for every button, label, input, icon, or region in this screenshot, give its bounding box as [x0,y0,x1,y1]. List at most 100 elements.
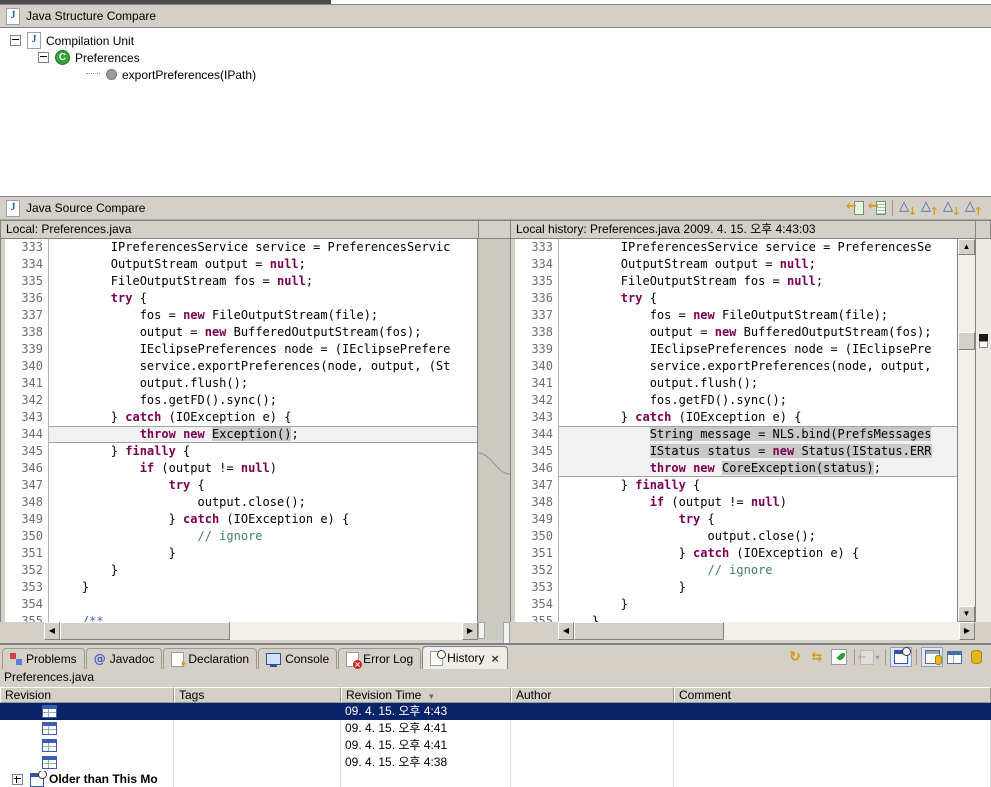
previous-difference-button[interactable]: △↑ [919,199,941,218]
column-header-author[interactable]: Author [511,687,674,703]
empty-cell [174,771,341,787]
close-icon[interactable]: × [491,653,500,664]
diff-marker[interactable] [979,334,988,341]
revision-time-cell: 09. 4. 15. 오후 4:41 [341,737,511,754]
line-number: 337 [515,307,559,324]
revision-row[interactable]: 09. 4. 15. 오후 4:38 [0,754,991,771]
tab-history[interactable]: History × [422,646,508,669]
column-header-revision[interactable]: Revision [0,687,174,703]
code-line-350: 350 output.close(); [511,528,957,545]
copy-all-right-to-left-icon [846,201,864,216]
group-revisions-button[interactable] [921,647,943,667]
horizontal-scroll-thumb[interactable] [60,622,230,640]
source-text: output.close(); [49,494,477,511]
expander-plus-icon[interactable] [12,774,23,785]
right-horizontal-scrollbar[interactable]: ◀ ▶ [558,622,975,640]
previous-change-button[interactable]: △↑ [963,199,985,218]
vertical-scrollbar[interactable]: ▲ ▼ [958,239,975,622]
tab-label: History [447,651,484,665]
line-number: 339 [5,341,49,358]
right-pane-header: Local history: Preferences.java 2009. 4.… [510,220,976,239]
previous-difference-icon: △↑ [921,200,939,216]
tab-problems[interactable]: Problems [2,648,85,669]
source-text: output.flush(); [49,375,477,392]
source-text: } catch (IOException e) { [49,409,477,426]
source-text: if (output != null) [49,460,477,477]
next-difference-button[interactable]: △↓ [897,199,919,218]
tab-declaration[interactable]: Declaration [163,648,257,669]
history-table: RevisionTagsRevision Time▼AuthorComment … [0,687,991,787]
line-number: 345 [515,443,559,460]
column-header-tags[interactable]: Tags [174,687,341,703]
scroll-left-button[interactable]: ◀ [558,622,574,640]
show-revision-times-button[interactable] [890,647,912,667]
source-text: throw new Exception(); [49,426,477,443]
line-number: 336 [515,290,559,307]
expander-minus-icon[interactable] [38,52,49,63]
code-line-352: 352 } [1,562,477,579]
copy-all-right-to-left-button[interactable] [844,199,866,218]
tab-javadoc[interactable]: Javadoc [86,648,163,669]
at-icon [94,652,106,666]
diff-marker-secondary[interactable] [979,341,988,348]
history-source-pane[interactable]: 333 IPreferencesService service = Prefer… [510,239,958,622]
java-structure-compare-panel: Java Structure Compare Compilation UnitP… [0,4,991,196]
sort-indicator-icon: ▼ [427,692,435,701]
line-number: 334 [515,256,559,273]
local-source-pane[interactable]: 333 IPreferencesService service = Prefer… [0,239,478,622]
next-change-button[interactable]: △↓ [941,199,963,218]
scroll-up-button[interactable]: ▲ [958,239,975,255]
scroll-right-button[interactable]: ▶ [959,622,975,640]
scroll-left-button[interactable]: ◀ [44,622,60,640]
group-row-older[interactable]: Older than This Mo [0,771,991,787]
source-text: } [559,579,957,596]
empty-cell [341,771,511,787]
table-layout-button[interactable] [943,647,965,667]
source-text: service.exportPreferences(node, output, … [49,358,477,375]
revision-row[interactable]: 09. 4. 15. 오후 4:41 [0,737,991,754]
pin-view-icon [831,649,847,665]
vertical-scroll-thumb[interactable] [958,332,975,350]
tree-item-preferences[interactable]: Preferences [0,49,991,66]
horizontal-scroll-thumb[interactable] [574,622,724,640]
java-file-icon [6,8,20,25]
line-number: 344 [515,426,559,443]
line-number: 342 [5,392,49,409]
line-number: 342 [515,392,559,409]
history-table-header: RevisionTagsRevision Time▼AuthorComment [0,687,991,703]
dropdown-arrow-icon[interactable]: ▾ [875,653,879,662]
line-number: 335 [5,273,49,290]
code-line-334: 334 OutputStream output = null; [511,256,957,273]
source-text: output = new BufferedOutputStream(fos); [49,324,477,341]
refresh-icon [789,650,801,664]
revision-row[interactable]: 09. 4. 15. 오후 4:41 [0,720,991,737]
column-header-comment[interactable]: Comment [674,687,991,703]
scroll-down-button[interactable]: ▼ [958,606,975,622]
revision-row[interactable]: 09. 4. 15. 오후 4:43 [0,703,991,720]
pin-view-button[interactable] [828,647,850,667]
source-text: } [559,613,957,622]
code-line-354: 354 } [511,596,957,613]
compare-toolbar: △↓△↑△↓△↑ [844,199,985,218]
compare-mode-menu-button[interactable]: ▾ [859,647,881,667]
line-number: 355 [5,613,49,622]
structure-compare-tree[interactable]: Compilation UnitPreferencesexportPrefere… [0,28,991,200]
line-number: 338 [5,324,49,341]
tree-item-compilation-unit[interactable]: Compilation Unit [0,32,991,49]
scroll-right-button[interactable]: ▶ [462,622,478,640]
tree-item-exportpreferences-ipath-[interactable]: exportPreferences(IPath) [0,66,991,83]
revision-details-button[interactable] [965,647,987,667]
code-line-350: 350 // ignore [1,528,477,545]
expander-minus-icon[interactable] [10,35,21,46]
copy-current-right-to-left-button[interactable] [866,199,888,218]
line-number: 334 [5,256,49,273]
tab-error-log[interactable]: Error Log [338,648,421,669]
source-text [49,596,477,613]
revision-icon [42,756,57,769]
tab-console[interactable]: Console [258,648,337,669]
overview-ruler[interactable] [975,239,991,622]
left-horizontal-scrollbar[interactable]: ◀ ▶ [44,622,478,640]
column-header-revision-time[interactable]: Revision Time▼ [341,687,511,703]
link-with-editor-button[interactable] [806,647,828,667]
refresh-button[interactable] [784,647,806,667]
